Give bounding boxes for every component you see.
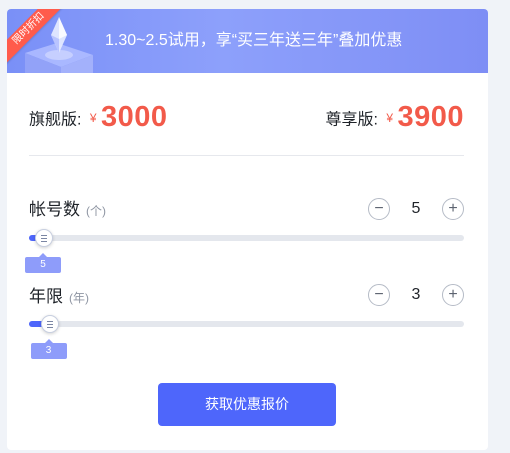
premium-price: 尊享版: ¥ 3900 <box>325 101 464 137</box>
flagship-amount: 3000 <box>101 101 168 133</box>
years-stepper: − 3 + <box>368 284 464 308</box>
promo-banner: 限时折扣 1.30~2.5试用，享“买三年送三年”叠加优惠 <box>7 9 488 73</box>
accounts-decrement-button[interactable]: − <box>368 198 390 220</box>
years-value-tooltip: 3 <box>30 339 67 359</box>
accounts-unit: (个) <box>86 204 106 218</box>
years-decrement-button[interactable]: − <box>368 284 390 306</box>
accounts-slider[interactable] <box>29 229 464 247</box>
premium-amount: 3900 <box>397 101 464 133</box>
accounts-stepper: − 5 + <box>368 198 464 222</box>
pricing-card: 限时折扣 1.30~2.5试用，享“买三年送三年”叠加优惠 旗舰版: ¥ 300… <box>7 9 488 450</box>
premium-currency: ¥ <box>386 110 394 125</box>
accounts-value: 5 <box>411 200 421 217</box>
get-quote-button[interactable]: 获取优惠报价 <box>158 383 336 426</box>
accounts-increment-button[interactable]: + <box>442 198 464 220</box>
accounts-label-text: 帐号数 <box>29 200 80 219</box>
accounts-slider-handle[interactable] <box>35 229 53 247</box>
premium-label: 尊享版: <box>325 111 378 129</box>
years-value: 3 <box>411 286 421 303</box>
flagship-price: 旗舰版: ¥ 3000 <box>29 101 168 137</box>
years-label-text: 年限 <box>29 287 63 306</box>
accounts-label: 帐号数 (个) <box>29 195 106 220</box>
divider <box>29 155 464 156</box>
years-increment-button[interactable]: + <box>442 284 464 306</box>
promo-text: 1.30~2.5试用，享“买三年送三年”叠加优惠 <box>105 32 403 49</box>
years-slider[interactable] <box>29 315 464 333</box>
flagship-currency: ¥ <box>89 110 97 125</box>
years-label: 年限 (年) <box>29 282 89 307</box>
years-unit: (年) <box>69 291 89 305</box>
years-slider-handle[interactable] <box>40 315 59 333</box>
flagship-label: 旗舰版: <box>29 111 82 129</box>
accounts-value-tooltip: 5 <box>25 253 61 273</box>
price-row: 旗舰版: ¥ 3000 尊享版: ¥ 3900 <box>29 101 464 137</box>
